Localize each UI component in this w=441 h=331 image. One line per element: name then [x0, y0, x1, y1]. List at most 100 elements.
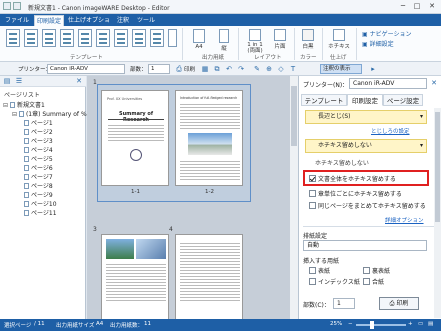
- paper-size-button[interactable]: A4: [188, 29, 210, 50]
- preview-scrollbar-thumb[interactable]: [291, 86, 297, 146]
- page-thumbnail-1[interactable]: Prof. XX Universities Summary of Researc…: [101, 90, 169, 186]
- print-icon[interactable]: ⎙: [174, 64, 184, 74]
- template-thumbnail-2[interactable]: [24, 29, 38, 47]
- tree-page[interactable]: ページ7: [24, 172, 53, 181]
- checkbox-icon[interactable]: [309, 202, 316, 209]
- rp-tab-page-settings[interactable]: ページ設定: [383, 94, 423, 106]
- tab-tools[interactable]: ツール: [135, 15, 157, 26]
- preview-scrollbar[interactable]: [290, 76, 298, 319]
- orientation-button[interactable]: 縦: [214, 29, 234, 52]
- text-icon[interactable]: T: [288, 64, 298, 74]
- zoom-in-icon[interactable]: +: [408, 321, 413, 327]
- template-thumbnail-4[interactable]: [60, 29, 74, 47]
- template-thumbnail-8[interactable]: [132, 29, 146, 47]
- tree-page[interactable]: ページ6: [24, 163, 53, 172]
- tree-page[interactable]: ページ10: [24, 199, 57, 208]
- save-icon[interactable]: [13, 2, 21, 10]
- page-thumbnail-3[interactable]: [101, 234, 169, 319]
- fit-width-icon[interactable]: ▤: [428, 321, 433, 327]
- staple-dropdown[interactable]: ホチキス留めしない ▾: [305, 139, 427, 153]
- annotation-view-toggle[interactable]: 注釈の表示: [320, 64, 362, 74]
- tree-page[interactable]: ページ4: [24, 145, 53, 154]
- insert-blank[interactable]: 合紙: [363, 277, 413, 286]
- checkbox-icon[interactable]: [363, 278, 370, 285]
- detail-option-link[interactable]: 詳細オプション: [385, 216, 424, 224]
- staple-whole-doc-option[interactable]: 文書全体をホチキス留めする: [309, 174, 441, 183]
- tab-file[interactable]: ファイル: [3, 15, 31, 26]
- undo-icon[interactable]: ↶: [224, 64, 234, 74]
- copy-icon[interactable]: ⧉: [212, 64, 222, 74]
- checkbox-icon[interactable]: [309, 278, 316, 285]
- view-icon[interactable]: ▦: [200, 64, 210, 74]
- redo-icon[interactable]: ↷: [236, 64, 246, 74]
- navigation-toggle[interactable]: ▣ ナビゲーション: [362, 29, 411, 38]
- tree-page[interactable]: ページ3: [24, 136, 53, 145]
- checkbox-icon[interactable]: [309, 175, 316, 182]
- checkbox-icon[interactable]: [309, 190, 316, 197]
- settings-scrollbar[interactable]: [434, 108, 441, 318]
- thumbnail-view-icon[interactable]: ▤: [2, 76, 12, 86]
- page1-text-block: [108, 123, 164, 141]
- template-thumbnail-9[interactable]: [150, 29, 164, 47]
- copies-input[interactable]: 1: [148, 64, 170, 74]
- zoom-slider-thumb[interactable]: [370, 321, 374, 329]
- output-select[interactable]: 自動: [303, 240, 427, 251]
- maximize-button[interactable]: □: [411, 1, 423, 12]
- pin-icon[interactable]: ✕: [74, 76, 84, 86]
- layout-button[interactable]: 1 in 1 (両面): [242, 29, 268, 54]
- rp-printer-select[interactable]: Canon iR-ADV: [349, 78, 427, 89]
- settings-scrollbar-thumb[interactable]: [435, 112, 440, 222]
- template-thumbnail-3[interactable]: [42, 29, 56, 47]
- tree-page[interactable]: ページ8: [24, 181, 53, 190]
- zoom-slider[interactable]: [356, 324, 406, 326]
- tree-page[interactable]: ページ11: [24, 208, 57, 217]
- insert-index[interactable]: インデックス紙: [309, 277, 360, 286]
- rp-tab-print-settings[interactable]: 印刷設定: [347, 94, 383, 106]
- printer-select[interactable]: Canon iR-ADV: [47, 64, 125, 74]
- tree-page[interactable]: ページ2: [24, 127, 53, 136]
- checkbox-icon[interactable]: [363, 267, 370, 274]
- binding-dropdown[interactable]: 長辺とじ(S) ▾: [305, 110, 427, 124]
- page-list-pane: ▤ ☰ ✕ ページリスト ⊟ 新規文書1 ⊟ (1章) Summary of %…: [0, 76, 87, 319]
- insert-cover[interactable]: 表紙: [309, 266, 359, 275]
- template-thumbnail-7[interactable]: [114, 29, 128, 47]
- zoom-out-icon[interactable]: −: [348, 321, 353, 327]
- rp-tab-template[interactable]: テンプレート: [301, 94, 347, 106]
- list-view-icon[interactable]: ☰: [14, 76, 24, 86]
- stamp-icon[interactable]: ⊕: [264, 64, 274, 74]
- template-thumbnail-6[interactable]: [96, 29, 110, 47]
- page-thumbnail-4[interactable]: [175, 234, 243, 319]
- staple-option-none[interactable]: ホチキス留めしない: [315, 158, 441, 167]
- annotation-icon[interactable]: ✎: [252, 64, 262, 74]
- minimize-button[interactable]: ─: [397, 1, 409, 12]
- rp-copies-input[interactable]: 1: [333, 298, 355, 309]
- staple-same-sheet-option[interactable]: 同じページをまとめてホチキス留めする: [309, 201, 441, 210]
- staple-button[interactable]: ホチキス: [326, 29, 352, 50]
- settings-toggle[interactable]: ▣ 詳細設定: [362, 39, 394, 48]
- tree-page[interactable]: ページ9: [24, 190, 53, 199]
- page-thumbnail-2[interactable]: Introduction of full-fledged research: [175, 90, 243, 186]
- pane-close-icon[interactable]: ✕: [429, 78, 439, 88]
- binding-settings-link[interactable]: とじしろの設定: [371, 127, 410, 135]
- shape-icon[interactable]: ◇: [276, 64, 286, 74]
- duplex-button[interactable]: 片面: [270, 29, 290, 50]
- template-thumbnail-5[interactable]: [78, 29, 92, 47]
- insert-back-cover[interactable]: 裏表紙: [363, 266, 413, 275]
- print-button[interactable]: ⎙ 印刷: [379, 297, 419, 310]
- tree-doc[interactable]: ⊟ 新規文書1: [3, 100, 45, 109]
- tab-annotation[interactable]: 注釈: [114, 15, 132, 26]
- template-scroll-icon[interactable]: [168, 29, 177, 47]
- checkbox-icon[interactable]: [309, 267, 316, 274]
- tab-finish-options[interactable]: 仕上げオプション: [66, 15, 112, 35]
- tree-page[interactable]: ページ1: [24, 118, 53, 127]
- color-button[interactable]: 白黒: [298, 29, 318, 50]
- tab-print-settings[interactable]: 印刷設定: [34, 15, 64, 26]
- staple-per-chapter-option[interactable]: 章単位ごとにホチキス留めする: [309, 189, 441, 198]
- tree-chapter[interactable]: ⊟ (1章) Summary of %: [12, 109, 87, 118]
- close-button[interactable]: ✕: [426, 1, 438, 12]
- print-label[interactable]: 印刷: [184, 65, 195, 73]
- tree-page[interactable]: ページ5: [24, 154, 53, 163]
- fit-page-icon[interactable]: ▭: [418, 321, 423, 327]
- template-thumbnail-1[interactable]: [6, 29, 20, 47]
- arrow-icon[interactable]: ▸: [368, 64, 378, 74]
